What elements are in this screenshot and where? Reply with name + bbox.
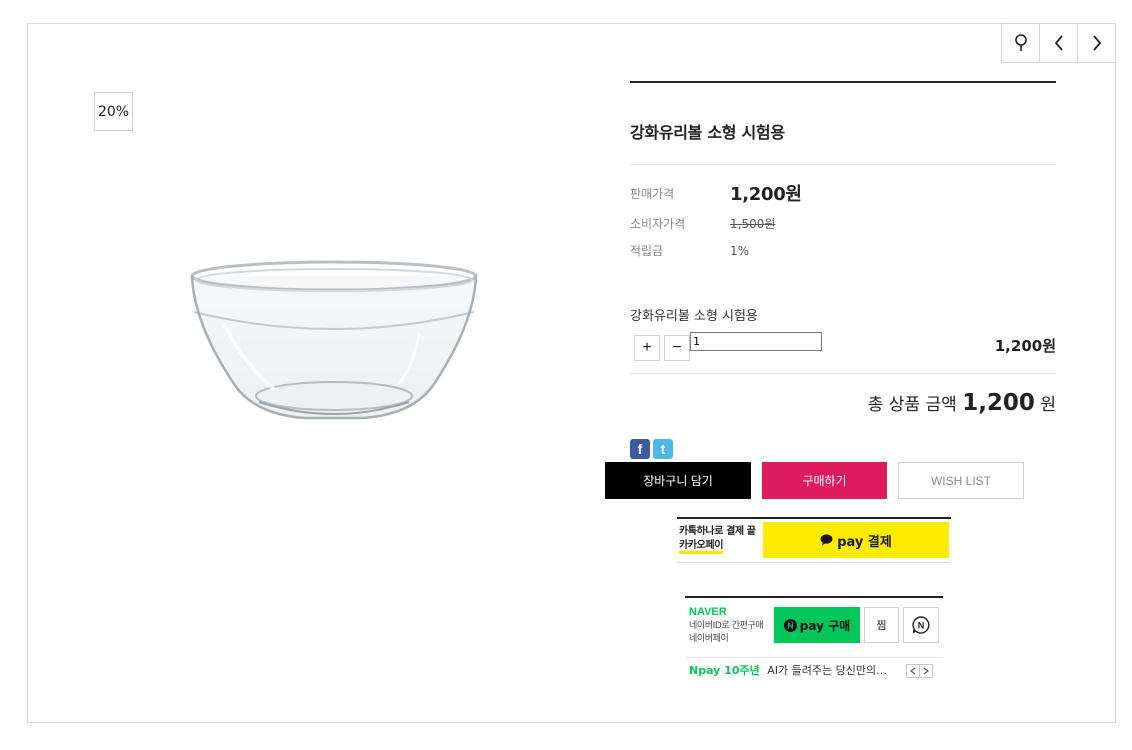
naverpay-news-text: AI가 들려주는 당신만의… bbox=[767, 664, 888, 677]
speech-bubble-icon bbox=[820, 534, 833, 546]
naverpay-news-tag: Npay 10주년 bbox=[689, 664, 760, 677]
add-to-cart-button[interactable]: 장바구니 담기 bbox=[605, 462, 751, 499]
total-unit: 원 bbox=[1040, 395, 1056, 415]
total-label: 총 상품 금액 bbox=[867, 395, 957, 415]
top-nav bbox=[1001, 23, 1116, 63]
naver-talk-button[interactable]: N bbox=[903, 607, 939, 643]
naverpay-subtext: 네이버ID로 간편구매 네이버페이 bbox=[689, 620, 764, 646]
info-top-rule bbox=[630, 81, 1056, 83]
chevron-left-icon bbox=[910, 667, 916, 675]
sale-price-label: 판매가격 bbox=[630, 186, 675, 201]
quantity-row: + − 1,200원 bbox=[630, 332, 1056, 361]
news-prev-button[interactable] bbox=[906, 664, 920, 678]
kakaopay-text-line1: 카톡하나로 결제 끝 bbox=[679, 526, 756, 537]
consumer-price-label: 소비자가격 bbox=[630, 217, 686, 231]
product-title: 강화유리볼 소형 시험용 bbox=[630, 123, 785, 142]
kakaopay-text: 카톡하나로 결제 끝 카카오페이 bbox=[679, 525, 756, 554]
naverpay-buy-button[interactable]: pay 구매 bbox=[774, 607, 860, 643]
quantity-increase-button[interactable]: + bbox=[634, 335, 660, 361]
quantity-decrease-button[interactable]: − bbox=[664, 335, 690, 361]
search-icon bbox=[1014, 34, 1027, 51]
kakaopay-widget: 카톡하나로 결제 끝 카카오페이 pay 결제 bbox=[677, 517, 951, 563]
quantity-divider bbox=[630, 373, 1056, 374]
share-buttons: f t bbox=[630, 439, 1056, 459]
discount-badge: 20% bbox=[94, 92, 133, 131]
sale-price-row: 판매가격 1,200원 bbox=[630, 180, 1056, 206]
facebook-share-icon[interactable]: f bbox=[630, 439, 650, 459]
prev-product-button[interactable] bbox=[1039, 23, 1078, 63]
kakaopay-button[interactable]: pay 결제 bbox=[763, 522, 949, 558]
product-detail-frame: 20% 강화유리볼 소형 시험용 판매가격 1,200원 소비자가격 1,500… bbox=[27, 23, 1116, 723]
svg-text:N: N bbox=[918, 621, 925, 631]
kakaopay-text-line2: 카카오페이 bbox=[679, 540, 723, 554]
selected-option-name: 강화유리볼 소형 시험용 bbox=[630, 309, 758, 324]
naverpay-subtext-line1: 네이버ID로 간편구매 bbox=[689, 621, 764, 631]
naverpay-widget: NAVER 네이버ID로 간편구매 네이버페이 pay 구매 찜 N Npay … bbox=[685, 596, 943, 680]
purchase-actions: 장바구니 담기 구매하기 WISH LIST bbox=[605, 462, 1024, 499]
points-label: 적립금 bbox=[630, 244, 664, 258]
product-image[interactable] bbox=[164, 214, 504, 464]
naver-zzim-button[interactable]: 찜 bbox=[864, 607, 899, 643]
twitter-share-icon[interactable]: t bbox=[653, 439, 673, 459]
naver-talk-icon: N bbox=[912, 616, 930, 634]
news-next-button[interactable] bbox=[919, 664, 933, 678]
naverpay-divider bbox=[685, 657, 943, 658]
naverpay-buy-label: pay 구매 bbox=[799, 618, 851, 633]
title-divider bbox=[630, 164, 1056, 165]
wish-list-button[interactable]: WISH LIST bbox=[898, 462, 1024, 499]
naver-logo: NAVER bbox=[689, 606, 727, 618]
next-product-button[interactable] bbox=[1077, 23, 1116, 63]
total-amount: 1,200 bbox=[962, 390, 1035, 416]
kakaopay-button-label: pay 결제 bbox=[837, 534, 892, 550]
consumer-price-row: 소비자가격 1,500원 bbox=[630, 215, 1056, 232]
sale-price-value: 1,200원 bbox=[730, 184, 802, 205]
quantity-input[interactable] bbox=[690, 332, 822, 351]
option-line-price: 1,200원 bbox=[994, 337, 1056, 355]
chevron-right-icon bbox=[923, 667, 929, 675]
product-info: 강화유리볼 소형 시험용 판매가격 1,200원 소비자가격 1,500원 적립… bbox=[630, 81, 1056, 459]
naverpay-news[interactable]: Npay 10주년 AI가 들려주는 당신만의… bbox=[689, 662, 907, 678]
buy-now-button[interactable]: 구매하기 bbox=[762, 462, 887, 499]
total-price: 총 상품 금액 1,200 원 bbox=[630, 390, 1056, 416]
naverpay-subtext-line2: 네이버페이 bbox=[689, 634, 729, 644]
glass-bowl-illustration bbox=[190, 260, 478, 420]
points-row: 적립금 1% bbox=[630, 242, 1056, 259]
search-button[interactable] bbox=[1001, 23, 1040, 63]
naver-n-icon bbox=[783, 618, 797, 632]
chevron-left-icon bbox=[1054, 35, 1063, 51]
naverpay-news-arrows bbox=[906, 664, 933, 678]
chevron-right-icon bbox=[1092, 35, 1101, 51]
consumer-price-value: 1,500원 bbox=[730, 217, 776, 231]
points-value: 1% bbox=[730, 243, 750, 258]
